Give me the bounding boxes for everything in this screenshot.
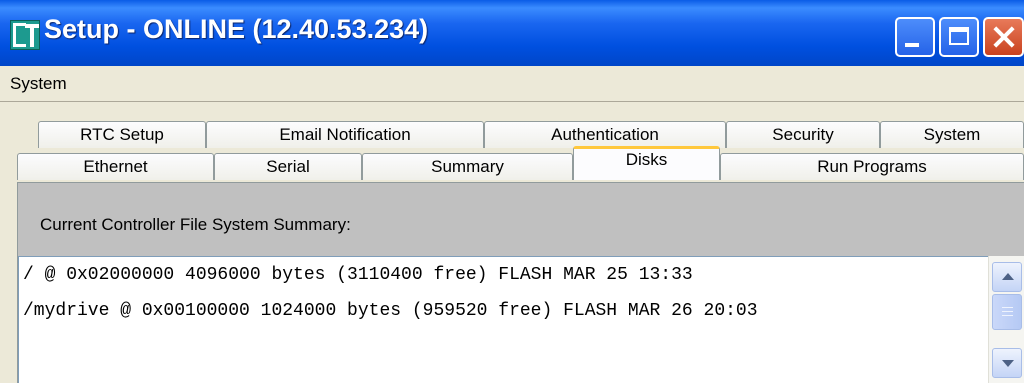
output-line: / @ 0x02000000 4096000 bytes (3110400 fr… (23, 265, 693, 285)
title-bar[interactable]: Setup - ONLINE (12.40.53.234) (0, 0, 1024, 66)
panel-header-label: Current Controller File System Summary: (40, 215, 351, 234)
scroll-down-icon (1002, 360, 1014, 367)
window-title: Setup - ONLINE (12.40.53.234) (44, 14, 429, 44)
tab-system[interactable]: System (880, 121, 1024, 148)
scroll-down-button[interactable] (992, 348, 1022, 378)
close-button[interactable] (983, 17, 1024, 57)
tab-summary[interactable]: Summary (362, 153, 573, 180)
tab-authentication[interactable]: Authentication (484, 121, 726, 148)
tab-run-programs[interactable]: Run Programs (720, 153, 1024, 180)
maximize-button[interactable] (939, 17, 979, 57)
file-system-output[interactable]: / @ 0x02000000 4096000 bytes (3110400 fr… (18, 256, 988, 383)
tab-email-notification[interactable]: Email Notification (206, 121, 484, 148)
minimize-icon (905, 43, 919, 47)
setup-window: Setup - ONLINE (12.40.53.234) System RTC… (0, 0, 1024, 383)
menu-item-system[interactable]: System (10, 74, 67, 94)
scroll-up-icon (1002, 273, 1014, 280)
minimize-button[interactable] (895, 17, 935, 57)
tab-rtc-setup[interactable]: RTC Setup (38, 121, 206, 148)
tab-serial[interactable]: Serial (214, 153, 362, 180)
output-line: /mydrive @ 0x00100000 1024000 bytes (959… (23, 301, 758, 321)
maximize-icon (949, 27, 969, 45)
scroll-up-button[interactable] (992, 262, 1022, 292)
tab-disks[interactable]: Disks (573, 146, 720, 180)
vertical-scrollbar[interactable] (988, 256, 1024, 383)
scroll-thumb[interactable] (992, 294, 1022, 330)
app-icon (10, 20, 40, 50)
menu-bar: System (0, 66, 1024, 102)
tab-ethernet[interactable]: Ethernet (17, 153, 214, 180)
tab-security[interactable]: Security (726, 121, 880, 148)
